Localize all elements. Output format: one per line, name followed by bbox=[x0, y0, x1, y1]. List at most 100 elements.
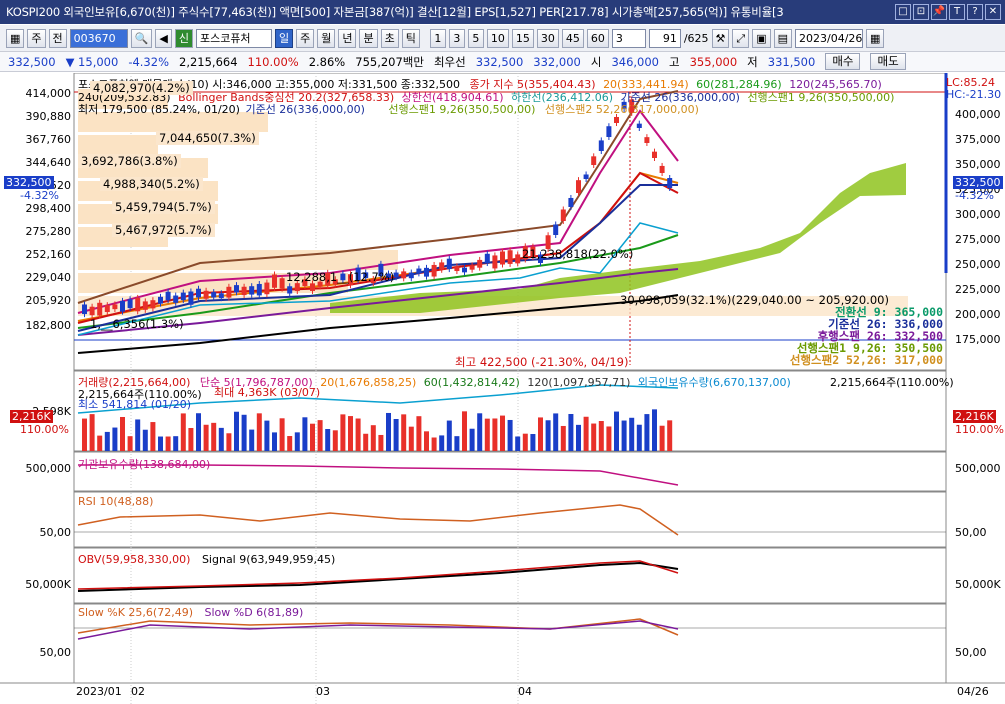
interval-5[interactable]: 5 bbox=[467, 28, 484, 48]
price-ytick-right: 200,000 bbox=[955, 308, 1001, 321]
tab-yearly[interactable]: 년 bbox=[338, 28, 357, 48]
tab-minute[interactable]: 분 bbox=[359, 28, 378, 48]
save-icon[interactable]: ▣ bbox=[752, 28, 771, 48]
volume-bar bbox=[667, 420, 673, 451]
best-bid: 332,000 bbox=[533, 54, 581, 69]
pin-icon[interactable]: 📌 bbox=[931, 4, 947, 20]
interval-30[interactable]: 30 bbox=[536, 28, 559, 48]
volume-bar bbox=[158, 436, 163, 451]
volume-bar bbox=[492, 418, 498, 451]
volume-bar bbox=[203, 424, 209, 451]
tab-second[interactable]: 초 bbox=[380, 28, 399, 48]
tab-daily[interactable]: 일 bbox=[274, 28, 294, 48]
stock-code-input[interactable]: 003670 bbox=[69, 28, 128, 48]
volume-bar bbox=[211, 422, 217, 451]
interval-10[interactable]: 10 bbox=[486, 28, 509, 48]
tab-tick[interactable]: 틱 bbox=[401, 28, 420, 48]
volume-bar bbox=[234, 411, 239, 451]
calendar-icon[interactable]: ▦ bbox=[866, 28, 885, 48]
quote-bar: 332,500 ▼ 15,000 -4.32% 2,215,664 110.00… bbox=[0, 52, 1005, 72]
volume-bar bbox=[97, 435, 103, 451]
candle-body bbox=[652, 151, 657, 158]
candle-body bbox=[218, 293, 224, 299]
text-icon[interactable]: T bbox=[949, 4, 965, 20]
volume-bar bbox=[226, 433, 232, 451]
tab-monthly[interactable]: 월 bbox=[317, 28, 336, 48]
stock-name-field[interactable]: 포스코퓨처 bbox=[195, 28, 272, 48]
tab-weekly[interactable]: 주 bbox=[296, 28, 315, 48]
volume-bar bbox=[507, 419, 513, 451]
volume-bar bbox=[621, 420, 627, 451]
volume-bar bbox=[120, 416, 125, 451]
close-icon[interactable]: ✕ bbox=[985, 4, 1001, 20]
stoch-y-left: 50,00 bbox=[39, 646, 72, 659]
candle-body bbox=[606, 126, 612, 137]
vol-ma120-label: 120(1,097,957,71) bbox=[527, 376, 631, 389]
search-icon[interactable]: 🔍 bbox=[130, 28, 153, 48]
volume-bar bbox=[500, 415, 505, 451]
interval-15[interactable]: 15 bbox=[511, 28, 534, 48]
compare-icon[interactable]: ⤢ bbox=[732, 28, 750, 48]
x-label-apr: 04 bbox=[518, 685, 532, 698]
candle-body bbox=[287, 286, 293, 294]
candle-body bbox=[234, 285, 239, 293]
tools-icon[interactable]: ⚒ bbox=[711, 28, 730, 48]
candle-body bbox=[401, 271, 407, 279]
volume-bar bbox=[515, 436, 521, 451]
trade-amount: 755,207백만 bbox=[355, 54, 424, 69]
volume-bar bbox=[332, 430, 338, 451]
candle-body bbox=[484, 253, 490, 264]
hc-label: HC:-21.30 bbox=[946, 88, 1002, 101]
interval-1[interactable]: 1 bbox=[429, 28, 446, 48]
interval-60[interactable]: 60 bbox=[586, 28, 609, 48]
indicator-line bbox=[77, 504, 679, 536]
period-select-b[interactable]: 전 bbox=[48, 28, 67, 48]
best-quote-label: 최우선 bbox=[433, 54, 466, 69]
price-ytick-left: 182,800 bbox=[25, 319, 72, 332]
volume-bar bbox=[188, 427, 194, 451]
x-label-right-date: 04/26 bbox=[957, 685, 989, 698]
date-input[interactable]: 2023/04/26 bbox=[795, 28, 864, 48]
volume-ratio: 110.00% bbox=[247, 54, 299, 69]
page-input[interactable]: 91 bbox=[648, 28, 681, 48]
period-select-a[interactable]: 주 bbox=[27, 28, 46, 48]
foreign-holding-label: 외국인보유수량(6,670,137,00) bbox=[637, 376, 791, 389]
interval-3[interactable]: 3 bbox=[448, 28, 465, 48]
volume-bar bbox=[241, 414, 247, 451]
price-change: ▼ 15,000 bbox=[65, 54, 119, 69]
candle-body bbox=[120, 300, 125, 312]
low-label: 저 bbox=[747, 54, 758, 69]
price-ytick-left: 205,920 bbox=[25, 294, 72, 307]
restore-icon[interactable]: □ bbox=[895, 4, 911, 20]
layout-icon[interactable]: ⊡ bbox=[913, 4, 929, 20]
sell-button[interactable]: 매도 bbox=[870, 53, 906, 70]
volume-bar bbox=[659, 425, 665, 451]
interval-input[interactable]: 3 bbox=[611, 28, 646, 48]
price-ytick-right: 300,000 bbox=[955, 208, 1001, 221]
speaker-icon[interactable]: ◀ bbox=[155, 28, 172, 48]
obv-label: OBV(59,958,330,00) bbox=[78, 553, 191, 566]
volume-bars bbox=[82, 409, 673, 451]
volume-bar bbox=[279, 418, 285, 451]
chart-area[interactable]: 포스코퓨처엠 매물대 수(10) 시:346,000 고:355,000 저:3… bbox=[0, 73, 1005, 704]
interval-45[interactable]: 45 bbox=[561, 28, 584, 48]
volume-profile-label: 4,082,970(4.2%) bbox=[90, 81, 193, 95]
volume-bar bbox=[348, 416, 353, 451]
candle-body bbox=[515, 254, 521, 264]
obv-y-right: 50,000K bbox=[955, 578, 1001, 591]
volume-bar bbox=[287, 436, 293, 451]
title-bar: KOSPI200 외국인보유[6,670(천)] 주식수[77,463(천)] … bbox=[0, 0, 1005, 24]
volume-bar bbox=[135, 419, 141, 451]
buy-button[interactable]: 매수 bbox=[825, 53, 861, 70]
help-icon[interactable]: ? bbox=[967, 4, 983, 20]
price-ytick-right: 375,000 bbox=[955, 133, 1001, 146]
print-icon[interactable]: ▤ bbox=[773, 28, 793, 48]
candle-body bbox=[644, 137, 650, 143]
grid-icon[interactable]: ▦ bbox=[6, 28, 25, 48]
candle-body bbox=[446, 258, 452, 270]
inst-y-right: 500,000 bbox=[955, 462, 1001, 475]
volume-bar bbox=[249, 429, 255, 451]
ichimoku-cloud bbox=[330, 163, 906, 313]
volume-bar bbox=[469, 428, 475, 451]
volume-bar bbox=[142, 429, 148, 451]
